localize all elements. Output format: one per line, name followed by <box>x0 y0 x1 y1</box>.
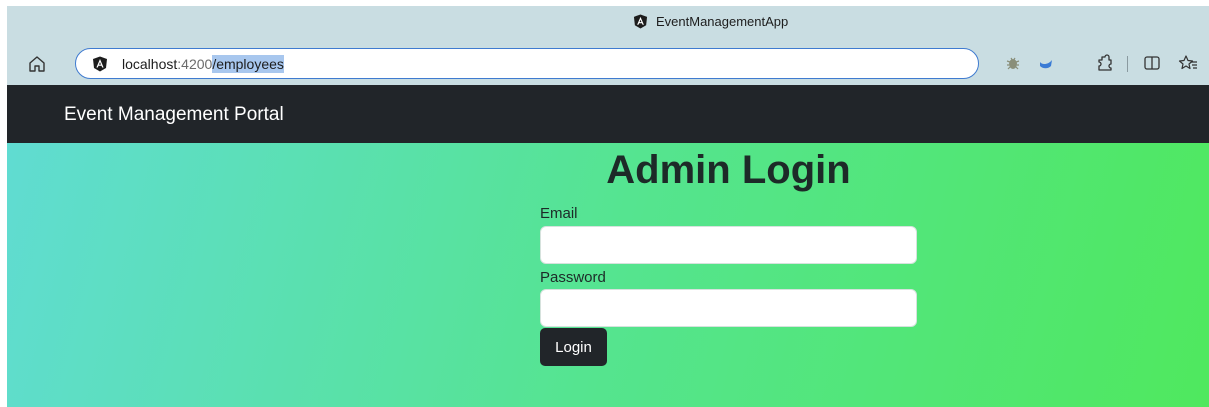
password-field[interactable] <box>540 289 917 327</box>
toolbar-separator <box>1127 56 1128 72</box>
navbar-brand[interactable]: Event Management Portal <box>64 104 284 126</box>
site-angular-icon <box>92 56 108 72</box>
split-screen-icon[interactable] <box>1141 52 1163 74</box>
bug-extension-icon[interactable] <box>1002 52 1024 74</box>
extensions-icon[interactable] <box>1094 52 1116 74</box>
address-host: localhost <box>122 55 178 72</box>
window-title: EventManagementApp <box>633 14 788 29</box>
app-navbar: Event Management Portal <box>7 85 1209 143</box>
home-icon[interactable] <box>27 54 47 74</box>
angular-icon <box>633 14 648 29</box>
address-path: /employees <box>212 54 284 73</box>
window-title-text: EventManagementApp <box>656 14 789 29</box>
address-port: :4200 <box>177 55 213 72</box>
email-field[interactable] <box>540 226 917 264</box>
browser-window: EventManagementApp localhost:4200/employ… <box>7 6 1209 407</box>
blue-extension-icon[interactable] <box>1035 52 1057 74</box>
browser-toolbar: localhost:4200/employees <box>7 42 1209 85</box>
email-label: Email <box>540 205 578 222</box>
login-button[interactable]: Login <box>540 328 607 366</box>
password-label: Password <box>540 269 606 286</box>
address-text[interactable]: localhost:4200/employees <box>122 54 284 73</box>
login-title: Admin Login <box>606 148 851 192</box>
login-section: Admin Login Email Password Login <box>7 143 1209 407</box>
address-bar[interactable]: localhost:4200/employees <box>75 48 979 79</box>
favorites-icon[interactable] <box>1177 52 1199 74</box>
title-bar: EventManagementApp <box>7 6 1209 42</box>
